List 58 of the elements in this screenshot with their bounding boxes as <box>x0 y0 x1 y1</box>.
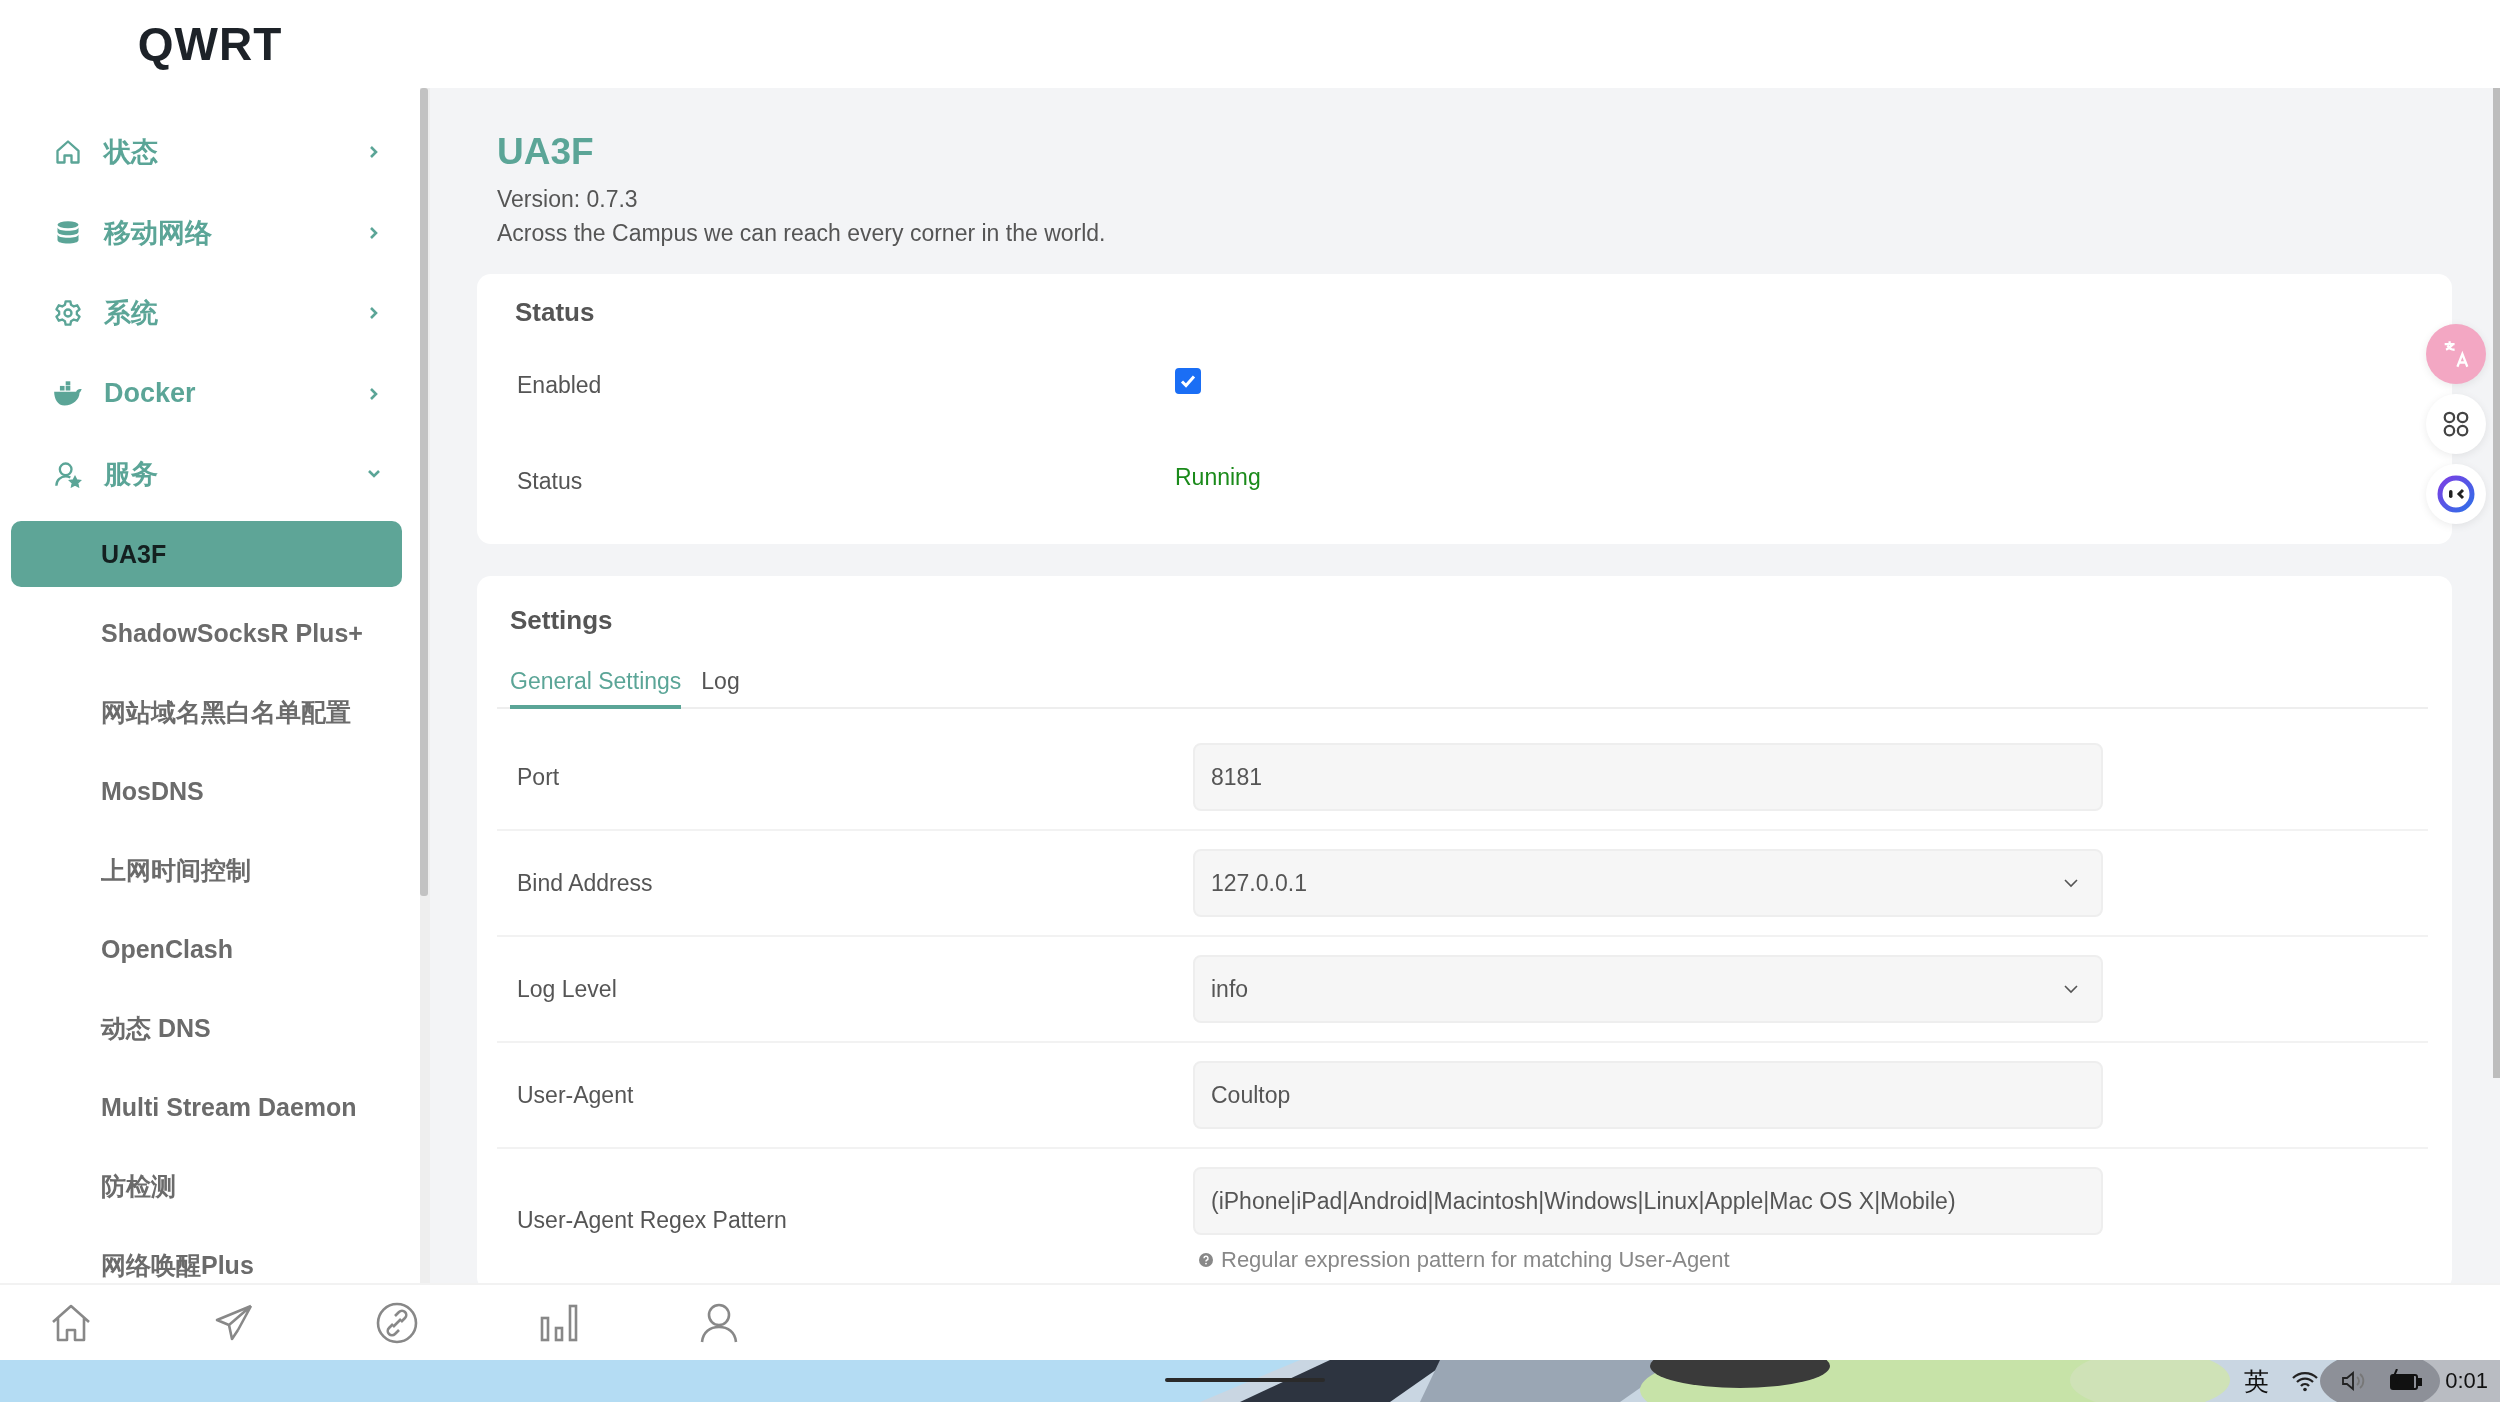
link-icon[interactable] <box>376 1301 418 1344</box>
sidebar-item[interactable]: Multi Stream Daemon <box>11 1074 402 1140</box>
logo: QWRT <box>137 17 283 71</box>
select-value: info <box>1211 975 1249 1003</box>
scrollbar[interactable] <box>2493 88 2500 1078</box>
help-text: Regular expression pattern for matching User-Agent <box>1221 1247 1730 1273</box>
version-text: Version: 0.7.3 <box>497 185 639 214</box>
field-label: Bind Address <box>516 869 654 897</box>
home-icon[interactable] <box>50 1302 92 1343</box>
select-field[interactable]: info <box>1193 955 2103 1023</box>
home-icon <box>54 138 82 167</box>
sidebar-item[interactable]: 防检测 <box>11 1153 402 1219</box>
field-label: Enabled <box>516 371 603 399</box>
scrollbar[interactable] <box>420 88 428 896</box>
section-title: Status <box>515 296 596 329</box>
tab[interactable]: General Settings <box>510 662 682 709</box>
input-method-indicator[interactable]: 英 <box>2244 1364 2270 1398</box>
bar-chart-icon[interactable] <box>540 1303 578 1342</box>
settings-icon <box>54 299 82 328</box>
help-icon <box>1199 1253 1213 1267</box>
page-title: UA3F <box>497 130 595 174</box>
sidebar-item[interactable]: 系统 <box>0 273 420 354</box>
sidebar-item[interactable]: 移动网络 <box>0 192 420 273</box>
status-value: Running <box>1175 463 1262 491</box>
sidebar-item[interactable]: OpenClash <box>11 916 402 982</box>
user-star-icon <box>54 460 82 489</box>
sidebar-item[interactable]: 状态 <box>0 112 420 193</box>
input-field[interactable]: 8181 <box>1193 743 2103 811</box>
paper-plane-icon[interactable] <box>214 1302 254 1343</box>
chevron-down-icon <box>2063 984 2079 994</box>
sidebar-item[interactable]: MosDNS <box>11 758 402 824</box>
select-field[interactable]: 127.0.0.1 <box>1193 849 2103 917</box>
sidebar-item[interactable]: 网站域名黑白名单配置 <box>11 679 402 745</box>
whale-icon <box>53 380 83 407</box>
select-value: 127.0.0.1 <box>1211 869 1307 897</box>
enabled-checkbox[interactable] <box>1175 368 1201 394</box>
battery-icon[interactable] <box>2389 1369 2424 1393</box>
field-label: Log Level <box>516 975 618 1003</box>
input-field[interactable]: Coultop <box>1193 1061 2103 1129</box>
sidebar-item[interactable]: 动态 DNS <box>11 995 402 1061</box>
field-label: User-Agent <box>516 1081 635 1109</box>
field-label: Status <box>516 467 584 495</box>
field-label: Port <box>516 763 561 791</box>
wifi-icon[interactable] <box>2291 1370 2320 1392</box>
description-text: Across the Campus we can reach every corner in the world. <box>497 219 1107 248</box>
sidebar-item[interactable]: UA3F <box>11 521 402 587</box>
sidebar-item[interactable]: ShadowSocksR Plus+ <box>11 600 402 666</box>
tab[interactable]: Log <box>701 662 740 709</box>
translate-icon[interactable] <box>2426 324 2486 384</box>
user-icon[interactable] <box>700 1302 738 1343</box>
field-label: User-Agent Regex Pattern <box>516 1207 788 1234</box>
sidebar-item[interactable]: Docker <box>0 353 420 434</box>
chevron-down-icon <box>2063 878 2079 888</box>
sidebar-item[interactable]: 上网时间控制 <box>11 837 402 903</box>
sidebar-item[interactable]: 服务 <box>0 434 420 515</box>
sidebar-item[interactable]: 网络唤醒Plus <box>11 1232 402 1283</box>
input-field[interactable]: (iPhone|iPad|Android|Macintosh|Windows|Linux|Apple|Mac OS X|Mobile) <box>1193 1167 2103 1235</box>
section-title: Settings <box>510 604 614 637</box>
